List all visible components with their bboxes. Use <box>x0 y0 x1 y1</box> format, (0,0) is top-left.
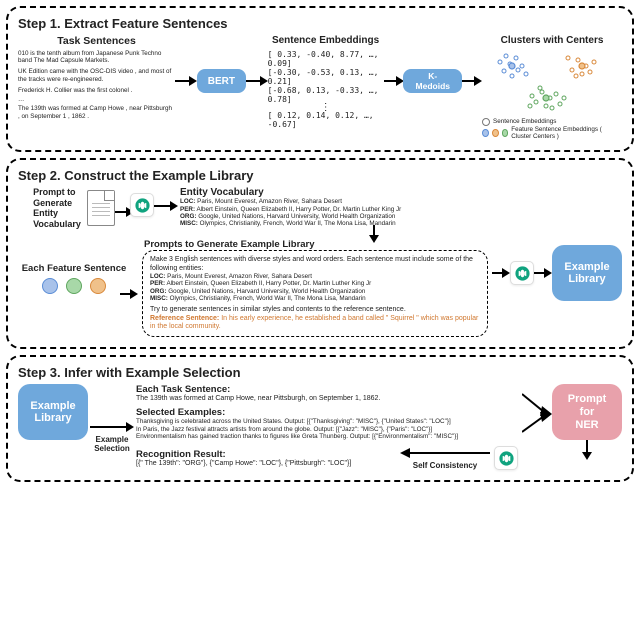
arrow-icon <box>154 199 178 213</box>
bert-block: BERT <box>197 69 246 93</box>
legend-se: Sentence Embeddings <box>493 118 556 125</box>
self-consistency-label: Self Consistency <box>413 461 477 470</box>
cluster-scatter-icon <box>482 46 622 118</box>
emb-2: [-0.30, -0.53, 0.13, …, 0.21] <box>268 68 384 86</box>
promptbox-title: Prompts to Generate Example Library <box>144 239 488 250</box>
sent-3: Frederick H. Collier was the first colon… <box>18 87 175 94</box>
example-library-block: Example Library <box>18 384 88 440</box>
step3-left: Example Library <box>18 384 88 440</box>
step3-right <box>522 384 552 444</box>
sel-3: Environmentalism has gained traction tha… <box>136 433 518 440</box>
arrow-down-icon <box>580 440 594 460</box>
chatgpt-icon <box>510 261 534 285</box>
sel-1: Thanksgiving is celebrated across the Un… <box>136 418 518 425</box>
example-selection-arrow: Example Selection <box>90 384 134 453</box>
legend-dot-orange-icon <box>492 129 499 137</box>
prompt-ner-col: Prompt for NER <box>552 384 622 460</box>
sent-1: 010 is the tenth album from Japanese Pun… <box>18 50 175 64</box>
legend-dot-blue-icon <box>482 129 489 137</box>
chatgpt-icon <box>130 193 154 217</box>
each-task-label: Each Task Sentence: <box>136 384 518 395</box>
pb-l1: Make 3 English sentences with diverse st… <box>150 256 480 273</box>
prompt-gen-vocab-label: Prompt to Generate Entity Vocabulary <box>33 187 81 228</box>
pb-l2: Paris, Mount Everest, Amazon River, Saha… <box>167 273 312 280</box>
step2-right-row: Example Library <box>492 245 622 301</box>
feature-circle-green-icon <box>66 278 82 294</box>
embeddings-col: Sentence Embeddings [ 0.33, -0.40, 8.77,… <box>268 35 384 129</box>
pb-l3: Albert Einstein, Queen Elizabeth II, Har… <box>166 280 371 287</box>
step2-mid-col: Entity Vocabulary LOC: LOC: Paris, Mount… <box>130 187 488 337</box>
openai-logo-icon <box>514 265 531 282</box>
document-icon <box>87 190 115 226</box>
entity-vocab-title: Entity Vocabulary <box>180 187 401 198</box>
recog-label: Recognition Result: <box>136 449 400 460</box>
arrow-icon <box>90 420 134 434</box>
promptbox: Make 3 English sentences with diverse st… <box>142 250 488 337</box>
emb-1: [ 0.33, -0.40, 8.77, …, 0.09] <box>268 50 384 68</box>
recog-result: [{" The 139th": "ORG"}, {"Camp Howe": "L… <box>136 460 400 468</box>
arrow-icon <box>492 266 510 280</box>
arrow-icon <box>175 69 197 109</box>
chatgpt-icon <box>494 446 518 470</box>
each-feature-label: Each Feature Sentence <box>22 263 127 274</box>
pb-l4: Google, United Nations, Harvard Universi… <box>168 288 365 295</box>
pb-l5: Olympics, Christianity, French, World Wa… <box>170 295 366 302</box>
prompt-for-ner-block: Prompt for NER <box>552 384 622 440</box>
feature-circle-orange-icon <box>90 278 106 294</box>
feature-circle-blue-icon <box>42 278 58 294</box>
arrow-icon <box>384 69 404 109</box>
legend-fse: Feature Sentence Embeddings ( Cluster Ce… <box>511 126 622 140</box>
step3-box: Step 3. Infer with Example Selection Exa… <box>6 355 634 482</box>
sent-2: UK Edition came with the OSC-DIS video ,… <box>18 68 175 82</box>
sent-4: The 139th was formed at Camp Howe , near… <box>18 105 175 119</box>
step1-title: Step 1. Extract Feature Sentences <box>18 16 622 31</box>
vocab-loc: LOC: LOC: Paris, Mount Everest, Amazon R… <box>180 198 401 205</box>
embeddings-label: Sentence Embeddings <box>272 35 379 46</box>
pb-l6: Try to generate sentences in similar sty… <box>150 306 480 314</box>
sel-2: In Paris, the Jazz festival attracts art… <box>136 426 518 433</box>
sent-ellipsis: … <box>18 96 175 103</box>
step1-box: Step 1. Extract Feature Sentences Task S… <box>6 6 634 152</box>
legend-dot-empty-icon <box>482 118 490 126</box>
pb-ref-label: Reference Sentence: <box>150 315 221 322</box>
example-selection-label: Example Selection <box>94 435 130 453</box>
step3-title: Step 3. Infer with Example Selection <box>18 365 622 380</box>
selected-examples-label: Selected Examples: <box>136 407 518 418</box>
openai-logo-icon <box>498 450 515 467</box>
arrow-icon <box>534 266 552 280</box>
openai-logo-icon <box>134 197 151 214</box>
step2-title: Step 2. Construct the Example Library <box>18 168 622 183</box>
example-library-block: Example Library <box>552 245 622 301</box>
kmedoids-block: K-Medoids <box>403 69 462 93</box>
arrow-icon <box>462 69 482 109</box>
emb-vdots: ⋮ <box>321 104 331 111</box>
step3-mid: Each Task Sentence: The 139th was formed… <box>136 384 518 470</box>
arrow-icon <box>120 287 138 301</box>
each-task-sentence: The 139th was formed at Camp Howe, near … <box>136 395 518 403</box>
arrow-left-icon <box>400 446 490 460</box>
arrow-icon <box>246 69 268 109</box>
vocab-per: PER: Albert Einstein, Queen Elizabeth II… <box>180 206 401 213</box>
step2-left-col: Prompt to Generate Entity Vocabulary Eac… <box>18 187 130 293</box>
clusters-label: Clusters with Centers <box>482 35 622 46</box>
legend-dot-green-icon <box>502 129 509 137</box>
vocab-org: ORG: Google, United Nations, Harvard Uni… <box>180 213 401 220</box>
arrow-bundle-icon <box>522 384 552 444</box>
clusters-col: Clusters with Centers <box>482 35 622 140</box>
emb-4: [ 0.12, 0.14, 0.12, …, -0.67] <box>268 111 384 129</box>
step2-box: Step 2. Construct the Example Library Pr… <box>6 158 634 349</box>
task-sentences-label: Task Sentences <box>18 35 175 47</box>
task-sentences-col: Task Sentences 010 is the tenth album fr… <box>18 35 175 120</box>
